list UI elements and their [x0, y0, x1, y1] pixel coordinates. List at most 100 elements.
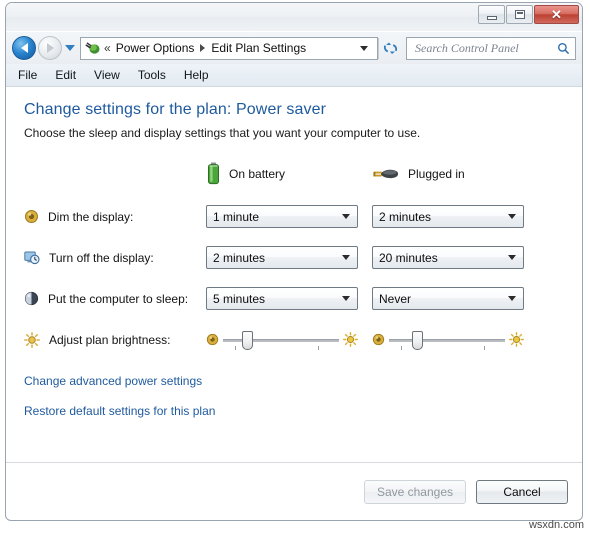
power-plug-green-icon [85, 42, 100, 54]
link-change-advanced-power-settings[interactable]: Change advanced power settings [24, 374, 564, 388]
setting-row-brightness: Adjust plan brightness: [24, 319, 564, 360]
slider-tick [318, 345, 320, 350]
cancel-button[interactable]: Cancel [476, 479, 568, 504]
sleep-on-battery-dropdown[interactable]: 5 minutes [206, 287, 358, 310]
turn-off-display-icon [24, 251, 40, 265]
column-header-on-battery: On battery [206, 162, 358, 186]
slider-tick [400, 345, 402, 350]
column-header-on-battery-label: On battery [229, 167, 286, 181]
power-options-window: ✕ « Power Options Edit Plan Settings Sea… [5, 2, 583, 521]
watermark: wsxdn.com [528, 519, 584, 531]
slider-track [389, 338, 505, 342]
column-header-plugged-in-label: Plugged in [408, 167, 465, 181]
chevron-down-icon [508, 296, 516, 301]
arrow-left-icon [20, 43, 28, 53]
breadcrumb-separator-icon [200, 44, 206, 52]
menu-item-view[interactable]: View [94, 68, 120, 82]
column-headers: On battery Plugged in [24, 162, 564, 186]
breadcrumb-item-power-options[interactable]: Power Options [116, 41, 195, 55]
brightness-track-on-battery[interactable] [223, 329, 339, 351]
save-changes-button[interactable]: Save changes [363, 479, 466, 504]
dim-display-on-battery-dropdown[interactable]: 1 minute [206, 205, 358, 228]
refresh-button[interactable] [379, 38, 401, 59]
menu-bar: File Edit View Tools Help [6, 64, 582, 87]
setting-label-dim-display-text: Dim the display: [48, 209, 134, 224]
setting-row-dim-display: Dim the display: 1 minute 2 minutes [24, 196, 564, 237]
turn-off-display-plugged-in-dropdown[interactable]: 20 minutes [372, 246, 524, 269]
chevron-down-icon [342, 296, 350, 301]
setting-label-brightness-text: Adjust plan brightness: [49, 332, 171, 347]
dim-brightness-icon [206, 333, 219, 346]
navigation-bar: « Power Options Edit Plan Settings Searc… [6, 32, 582, 64]
menu-item-file[interactable]: File [18, 68, 37, 82]
sleep-plugged-in-dropdown[interactable]: Never [372, 287, 524, 310]
forward-button[interactable] [38, 36, 62, 60]
brightness-slider-plugged-in[interactable] [372, 329, 524, 351]
setting-label-sleep: Put the computer to sleep: [24, 291, 206, 306]
screenshot-root: ✕ « Power Options Edit Plan Settings Sea… [0, 0, 590, 534]
chevron-down-icon [342, 255, 350, 260]
page-title: Change settings for the plan: Power save… [24, 101, 327, 118]
dim-display-icon [25, 210, 38, 223]
maximize-button[interactable] [506, 5, 533, 24]
setting-label-sleep-text: Put the computer to sleep: [48, 291, 189, 306]
arrow-right-icon [46, 43, 54, 53]
breadcrumb-overflow-icon[interactable]: « [102, 41, 113, 55]
setting-label-brightness: Adjust plan brightness: [24, 331, 206, 348]
breadcrumb: « Power Options Edit Plan Settings [102, 41, 356, 55]
search-box[interactable]: Search Control Panel [406, 36, 576, 60]
footer-bar: Save changes Cancel [6, 463, 582, 520]
setting-label-dim-display: Dim the display: [24, 209, 206, 224]
battery-icon [208, 162, 219, 185]
dim-display-plugged-in-dropdown[interactable]: 2 minutes [372, 205, 524, 228]
minimize-icon [486, 15, 497, 20]
dim-brightness-icon [372, 333, 385, 346]
page-subtitle: Choose the sleep and display settings th… [24, 126, 421, 140]
menu-item-edit[interactable]: Edit [55, 68, 76, 82]
bright-sun-icon [343, 332, 358, 347]
sleep-plugged-in-value: Never [379, 291, 412, 306]
slider-tick [484, 345, 486, 350]
content-area: Change settings for the plan: Power save… [6, 87, 582, 491]
dim-display-on-battery-value: 1 minute [213, 209, 260, 224]
slider-tick [234, 345, 236, 350]
search-input[interactable]: Search Control Panel [415, 41, 519, 56]
close-icon: ✕ [551, 7, 562, 22]
address-chevron-down-icon[interactable] [360, 45, 368, 51]
turn-off-display-on-battery-value: 2 minutes [213, 250, 266, 265]
turn-off-display-on-battery-dropdown[interactable]: 2 minutes [206, 246, 358, 269]
address-bar[interactable]: « Power Options Edit Plan Settings [80, 36, 378, 60]
setting-row-turn-off-display: Turn off the display: 2 minutes 20 minut… [24, 237, 564, 278]
maximize-icon [514, 10, 525, 19]
refresh-icon [383, 42, 397, 54]
chevron-down-icon [508, 255, 516, 260]
brightness-slider-on-battery[interactable] [206, 329, 358, 351]
minimize-button[interactable] [478, 5, 505, 24]
dim-display-plugged-in-value: 2 minutes [379, 209, 432, 224]
setting-label-turn-off-display: Turn off the display: [24, 250, 206, 265]
power-plug-icon [373, 169, 399, 179]
breadcrumb-item-edit-plan-settings[interactable]: Edit Plan Settings [211, 41, 306, 55]
chevron-down-icon [342, 214, 350, 219]
search-icon[interactable] [557, 42, 570, 55]
close-button[interactable]: ✕ [534, 5, 579, 24]
menu-item-tools[interactable]: Tools [138, 68, 166, 82]
setting-row-sleep: Put the computer to sleep: 5 minutes Nev… [24, 278, 564, 319]
brightness-sun-icon [24, 331, 40, 348]
back-button[interactable] [12, 36, 36, 60]
sleep-icon [24, 291, 39, 306]
title-bar: ✕ [6, 3, 582, 32]
brightness-track-plugged-in[interactable] [389, 329, 505, 351]
slider-track [223, 338, 339, 342]
sleep-on-battery-value: 5 minutes [213, 291, 266, 306]
links-group: Change advanced power settings Restore d… [24, 374, 564, 418]
setting-label-turn-off-display-text: Turn off the display: [49, 250, 154, 265]
bright-sun-icon [509, 332, 524, 347]
menu-item-help[interactable]: Help [184, 68, 209, 82]
link-restore-default-settings[interactable]: Restore default settings for this plan [24, 404, 564, 418]
chevron-down-icon [508, 214, 516, 219]
caption-button-group: ✕ [478, 5, 579, 24]
slider-thumb-on-battery[interactable] [241, 330, 253, 350]
recent-pages-chevron-down-icon[interactable] [65, 45, 75, 51]
slider-thumb-plugged-in[interactable] [412, 330, 424, 350]
